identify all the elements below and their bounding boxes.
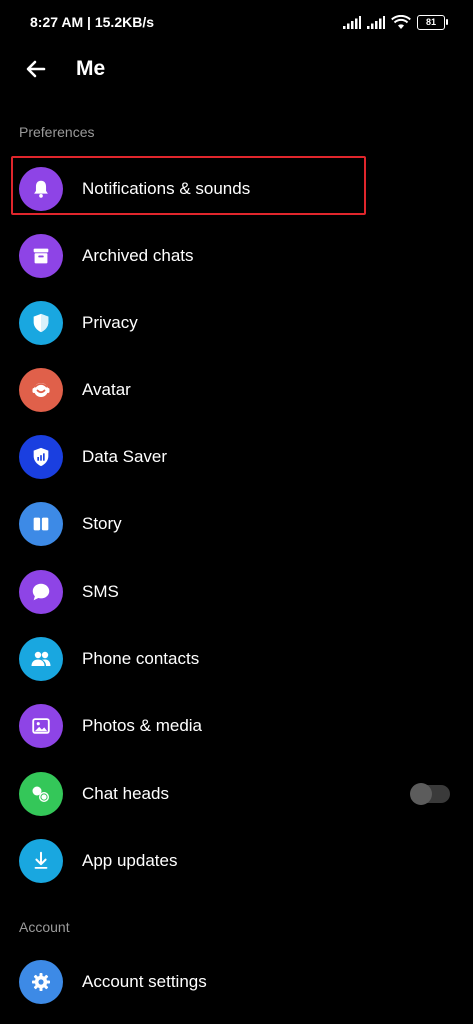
back-button[interactable] (16, 49, 56, 89)
settings-item-label: Account settings (82, 972, 207, 991)
chat-heads-toggle[interactable] (410, 783, 450, 805)
settings-item-label: Privacy (82, 313, 138, 332)
bell-icon (19, 167, 63, 211)
settings-item-avatar[interactable]: Avatar (0, 358, 473, 422)
download-icon (19, 839, 63, 883)
chat-heads-icon (19, 772, 63, 816)
settings-item-label: Notifications & sounds (82, 179, 251, 198)
status-bar: 8:27 AM | 15.2KB/s 81 (0, 0, 473, 44)
photo-icon (19, 704, 63, 748)
settings-item-label: Chat heads (82, 784, 169, 803)
section-header-preferences: Preferences (19, 124, 95, 140)
status-time-speed: 8:27 AM | 15.2KB/s (30, 14, 155, 30)
settings-item-chat-heads[interactable]: Chat heads (0, 762, 473, 826)
signal-icon (343, 15, 361, 29)
settings-item-data-saver[interactable]: Data Saver (0, 425, 473, 489)
wifi-icon (391, 14, 411, 29)
toggle-knob (410, 783, 432, 805)
settings-item-archived-chats[interactable]: Archived chats (0, 224, 473, 288)
archive-icon (19, 234, 63, 278)
settings-item-photos-media[interactable]: Photos & media (0, 694, 473, 758)
avatar-icon (19, 368, 63, 412)
settings-item-label: Archived chats (82, 246, 194, 265)
sms-icon (19, 570, 63, 614)
section-header-account: Account (19, 919, 70, 935)
settings-item-label: SMS (82, 582, 119, 601)
settings-item-account-settings[interactable]: Account settings (0, 950, 473, 1014)
status-icons: 81 (343, 14, 448, 30)
signal-icon (367, 15, 385, 29)
settings-item-story[interactable]: Story (0, 492, 473, 556)
settings-item-phone-contacts[interactable]: Phone contacts (0, 627, 473, 691)
settings-item-notifications[interactable]: Notifications & sounds (0, 157, 473, 221)
page-title: Me (76, 57, 106, 80)
settings-item-privacy[interactable]: Privacy (0, 291, 473, 355)
battery-icon: 81 (417, 14, 448, 30)
settings-item-label: Avatar (82, 380, 131, 399)
settings-item-label: Story (82, 514, 122, 533)
contacts-icon (19, 637, 63, 681)
data-saver-icon (19, 435, 63, 479)
app-bar: Me (0, 44, 473, 94)
gear-icon (19, 960, 63, 1004)
story-icon (19, 502, 63, 546)
settings-item-label: Photos & media (82, 716, 203, 735)
settings-item-label: Data Saver (82, 447, 168, 466)
settings-item-label: App updates (82, 851, 178, 870)
shield-icon (19, 301, 63, 345)
settings-item-label: Phone contacts (82, 649, 200, 668)
settings-item-sms[interactable]: SMS (0, 560, 473, 624)
settings-item-app-updates[interactable]: App updates (0, 829, 473, 893)
arrow-left-icon (26, 60, 46, 78)
